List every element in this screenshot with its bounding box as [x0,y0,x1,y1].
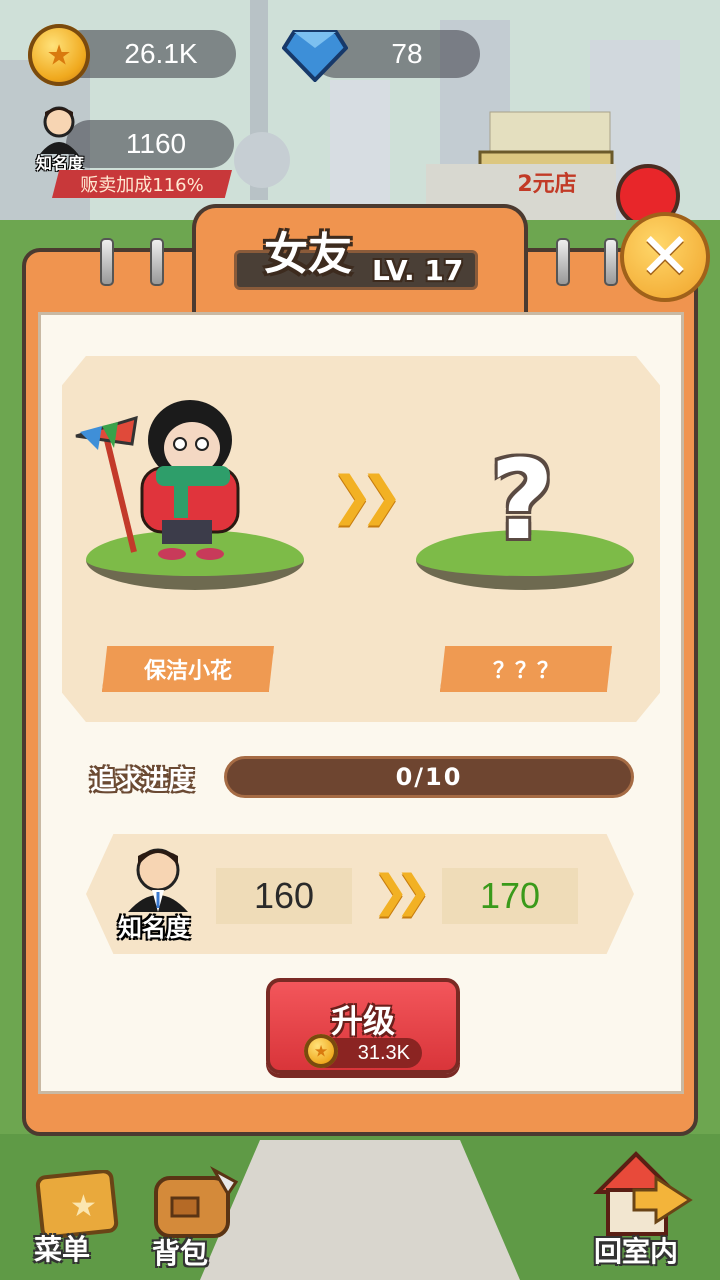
coin-amount: 26.1K [124,38,198,69]
diamond-icon [282,30,348,82]
svg-text:★: ★ [70,1189,97,1224]
binder-ring [556,238,570,286]
menu-label: 菜单 [34,1233,91,1266]
current-character-sprite [75,400,240,560]
progress-text: 0/10 [395,763,463,791]
backpack-icon [154,1166,239,1238]
coin-icon [28,24,90,86]
fame-counter: 1160 [66,120,234,168]
pursuit-progress-label: 追求进度 [90,766,195,796]
panel-title: 女友 [264,229,352,280]
house-icon [593,1151,693,1236]
upgrade-cost-amount: 31.3K [357,1041,410,1064]
close-button[interactable]: ✕ [620,212,710,302]
fame-current-value: 160 [216,868,352,924]
indoor-button[interactable]: 回室内 [586,1144,696,1270]
sell-bonus-banner: 贩卖加成116% [52,170,232,198]
upgrade-arrow-icon: ❯❯ [330,466,403,526]
next-name-tag: ？？？ [440,646,612,692]
fame-avatar-icon [40,106,78,154]
current-name-tag: 保洁小花 [102,646,274,692]
level-label: LV. 17 [372,254,464,287]
fame-arrow-icon: ❯❯ [372,866,432,917]
game-screen: 2元店 26.1K 78 1160 知名度 贩卖加成116% 女友 LV. 17… [0,0,720,1280]
menu-button[interactable]: ★ 菜单 [30,1169,126,1266]
diamond-amount: 78 [391,38,423,69]
fame-amount: 1160 [125,128,187,159]
indoor-label: 回室内 [594,1235,679,1268]
binder-ring [604,238,618,286]
close-icon: ✕ [638,220,692,294]
shop-sign: 2元店 [517,172,577,197]
fame-avatar-icon [128,848,188,912]
fame-next-value: 170 [442,868,578,924]
pursuit-progress-bar: 0/10 [224,756,634,798]
fame-row-label: 知名度 [118,914,190,942]
mystery-question-icon: ? [490,436,554,564]
binder-ring [100,238,114,286]
backpack-button[interactable]: 背包 [144,1164,244,1270]
coin-icon [304,1034,338,1068]
upgrade-button[interactable]: 升级 31.3K [266,978,460,1074]
upgrade-label: 升级 [330,1002,395,1040]
binder-ring [150,238,164,286]
backpack-label: 背包 [152,1237,209,1270]
